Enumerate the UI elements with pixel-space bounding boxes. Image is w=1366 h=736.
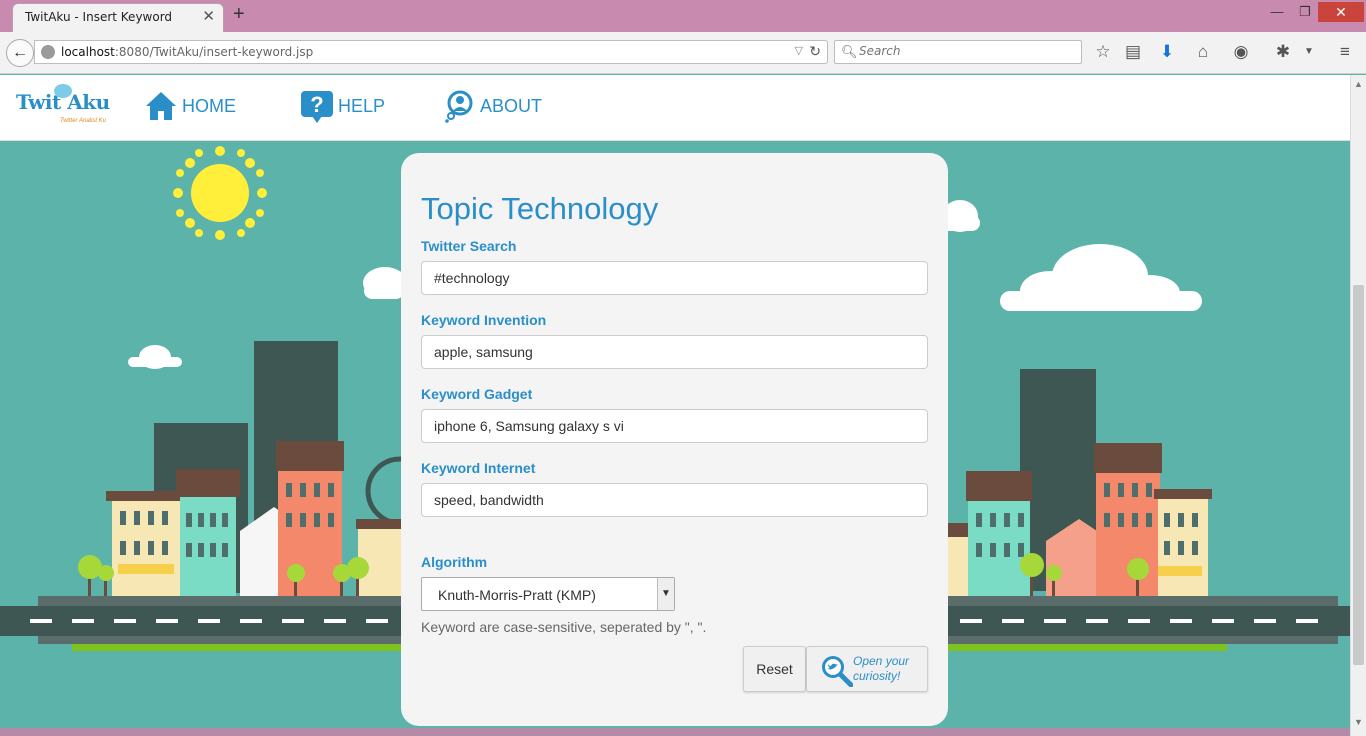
nav-about-label: ABOUT (480, 95, 543, 116)
url-host: localhost (61, 45, 115, 59)
algorithm-label: Algorithm (421, 554, 488, 570)
form-title: Topic Technology (421, 191, 659, 226)
twitter-search-label: Twitter Search (421, 238, 517, 254)
keyword-form-card: Topic Technology Twitter Search Keyword … (401, 153, 948, 726)
search-input[interactable] (859, 44, 1069, 58)
url-path: :8080/TwitAku/insert-keyword.jsp (114, 45, 314, 59)
home-toolbar-icon[interactable]: ⌂ (1192, 42, 1214, 62)
window-close-icon[interactable]: ✕ (1318, 2, 1364, 22)
reload-icon[interactable]: ↻ (809, 43, 821, 60)
nav-about[interactable]: ABOUT (442, 89, 542, 123)
keyword-invention-label: Keyword Invention (421, 312, 547, 328)
search-bar[interactable]: 🔍︎ (834, 40, 1082, 64)
back-arrow-icon[interactable]: ← (6, 39, 34, 67)
site-logo[interactable]: Twit Aku Twitter Analist Ku (16, 84, 110, 124)
browser-tab[interactable]: TwitAku - Insert Keyword ✕ (12, 3, 224, 32)
url-text: localhost:8080/TwitAku/insert-keyword.js… (61, 45, 313, 59)
logo-bubble-icon (54, 84, 72, 98)
chevron-down-icon[interactable]: ▼ (657, 578, 674, 610)
keyword-invention-input[interactable] (421, 335, 928, 369)
help-icon: ? (301, 91, 333, 123)
pocket-icon[interactable]: ◉ (1230, 42, 1252, 62)
submit-button[interactable]: Open your curiosity! (806, 646, 928, 692)
bookmark-star-icon[interactable]: ☆ (1092, 42, 1114, 62)
keyword-internet-input[interactable] (421, 483, 928, 517)
algorithm-select[interactable]: Knuth-Morris-Pratt (KMP) ▼ (421, 577, 675, 611)
page-scrollbar[interactable]: ▲ ▼ (1350, 75, 1366, 736)
addon-dropdown-icon[interactable]: ▼ (1298, 46, 1320, 57)
history-dropdown-icon[interactable]: ▽ (795, 44, 803, 57)
restore-icon[interactable]: ❐ (1290, 2, 1320, 22)
close-tab-icon[interactable]: ✕ (202, 7, 215, 25)
reset-button[interactable]: Reset (743, 646, 806, 692)
reading-list-icon[interactable]: ▤ (1122, 42, 1144, 62)
nav-help[interactable]: ? HELP (300, 89, 385, 123)
twitter-search-icon (822, 656, 853, 687)
minimize-icon[interactable]: — (1262, 2, 1292, 22)
keyword-gadget-input[interactable] (421, 409, 928, 443)
about-icon (445, 90, 473, 123)
new-tab-icon[interactable]: + (233, 3, 245, 26)
nav-home[interactable]: HOME (144, 89, 236, 123)
keyword-help-text: Keyword are case-sensitive, seperated by… (421, 619, 707, 635)
twitter-search-input[interactable] (421, 261, 928, 295)
submit-button-label: Open your curiosity! (853, 654, 910, 683)
nav-help-label: HELP (338, 95, 386, 116)
window-titlebar: TwitAku - Insert Keyword ✕ + — ❐ ✕ (0, 0, 1366, 32)
home-icon (146, 92, 176, 120)
tab-title: TwitAku - Insert Keyword (25, 10, 173, 24)
os-taskbar (0, 728, 1350, 736)
menu-icon[interactable]: ≡ (1334, 42, 1356, 62)
algorithm-selected-value: Knuth-Morris-Pratt (KMP) (438, 587, 596, 603)
site-info-icon[interactable] (41, 45, 55, 59)
download-icon[interactable]: ⬇ (1156, 42, 1178, 62)
svg-text:?: ? (310, 92, 323, 117)
keyword-gadget-label: Keyword Gadget (421, 386, 533, 402)
scrollbar-thumb[interactable] (1353, 285, 1364, 665)
logo-tagline: Twitter Analist Ku (60, 118, 107, 124)
addon-icon[interactable]: ✱ (1272, 42, 1294, 62)
keyword-internet-label: Keyword Internet (421, 460, 536, 476)
search-icon: 🔍︎ (841, 44, 858, 59)
site-header: Twit Aku Twitter Analist Ku HOME ? HELP … (0, 75, 1350, 141)
nav-home-label: HOME (182, 95, 236, 116)
browser-toolbar: ← localhost:8080/TwitAku/insert-keyword.… (0, 32, 1366, 74)
scroll-down-icon[interactable]: ▼ (1354, 717, 1363, 727)
url-bar[interactable]: localhost:8080/TwitAku/insert-keyword.js… (34, 40, 828, 64)
scroll-up-icon[interactable]: ▲ (1354, 79, 1363, 89)
